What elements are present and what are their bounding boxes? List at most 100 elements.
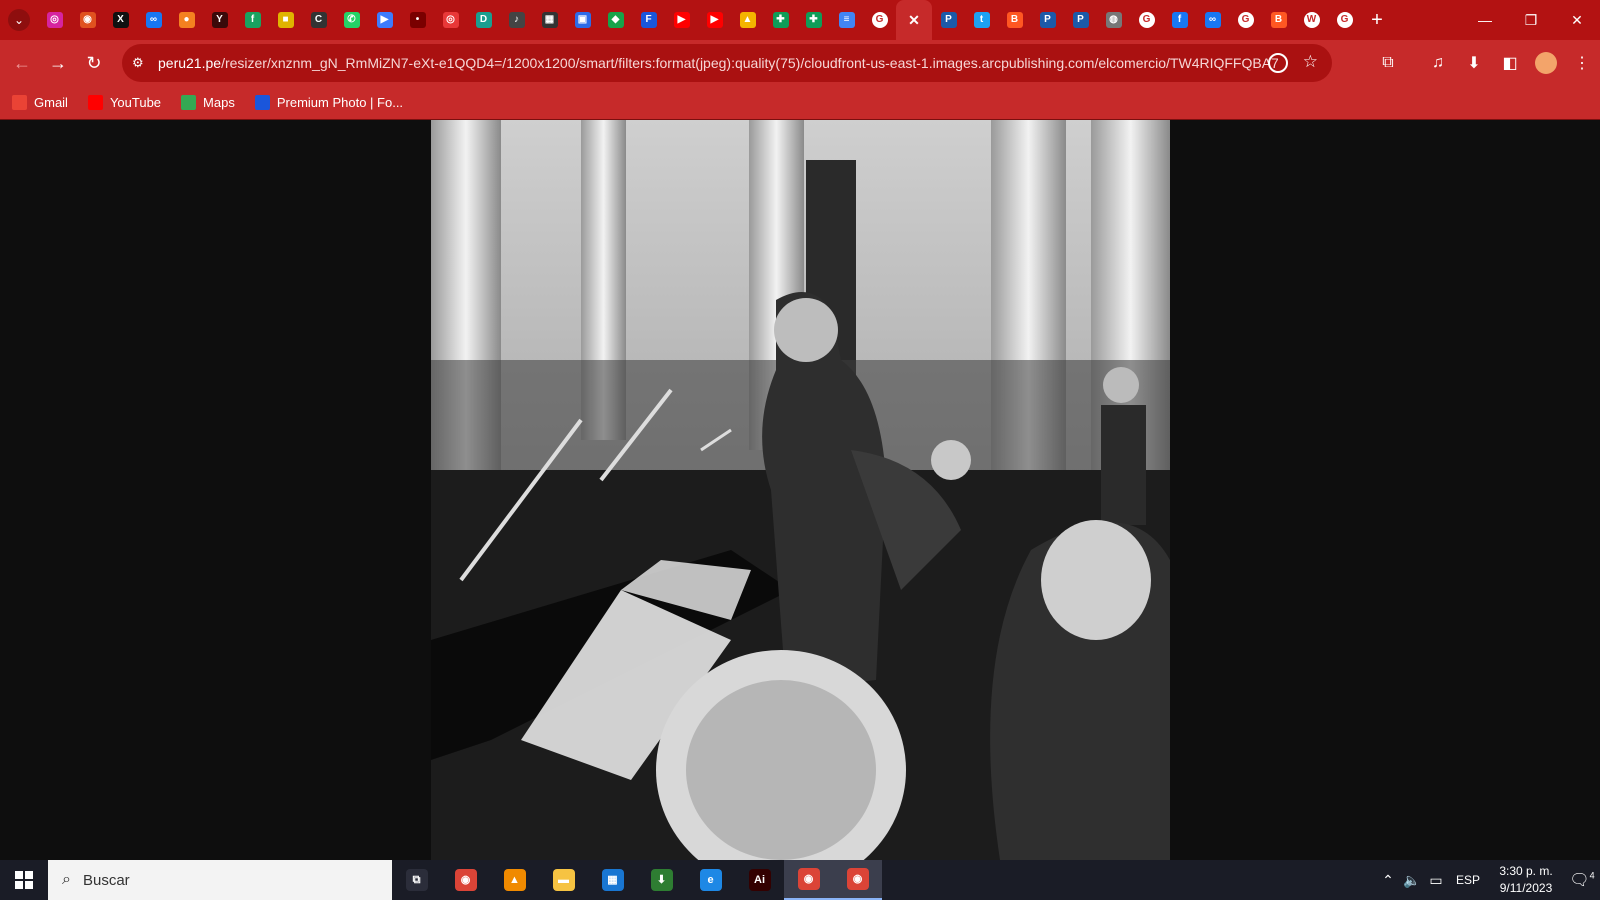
taskbar-illustrator[interactable]: Ai	[735, 860, 784, 900]
tab-blogger[interactable]: B	[998, 0, 1031, 40]
volume-icon[interactable]: 🔈	[1400, 872, 1424, 889]
displayed-photo	[431, 120, 1170, 860]
tab-audio[interactable]: ♪	[500, 0, 533, 40]
p21-2-icon: P	[1039, 12, 1056, 28]
extensions-icon[interactable]: ⧉	[1370, 45, 1406, 81]
clock-time: 3:30 p. m.	[1499, 864, 1553, 878]
restore-button[interactable]: ❐	[1508, 0, 1554, 40]
red-dot-icon: •	[409, 12, 426, 28]
tab-play[interactable]: ▶	[368, 0, 401, 40]
profile-avatar[interactable]	[1535, 52, 1557, 74]
tab-red-dot[interactable]: •	[401, 0, 434, 40]
tab-youtube-2[interactable]: ▶	[698, 0, 731, 40]
taskbar-task-view[interactable]: ⧉	[392, 860, 441, 900]
tab-p21-3[interactable]: P	[1064, 0, 1097, 40]
tab-docs-d[interactable]: D	[467, 0, 500, 40]
tab-twitter[interactable]: t	[965, 0, 998, 40]
taskbar-apps: ⧉ ◉ ▲ ▬ ▦ ⬇ e Ai ◉ ◉	[392, 860, 882, 900]
tab-p21[interactable]: P	[932, 0, 965, 40]
address-bar[interactable]: ⚙ peru21.pe/resizer/xnznm_gN_RmMiZN7-eXt…	[122, 44, 1332, 82]
tab-facebook[interactable]: f	[1163, 0, 1196, 40]
language-indicator[interactable]: ESP	[1448, 873, 1488, 887]
tab-meta-2[interactable]: ∞	[1196, 0, 1229, 40]
url-path: /resizer/xnznm_gN_RmMiZN7-eXt-e1QQD4=/12…	[221, 55, 1278, 71]
reload-button[interactable]: ↻	[76, 45, 112, 81]
tab-f-blue[interactable]: F	[632, 0, 665, 40]
tab-target[interactable]: ◎	[434, 0, 467, 40]
tab-globe[interactable]: ◍	[1097, 0, 1130, 40]
tab-google-4[interactable]: G	[1328, 0, 1361, 40]
premium-icon	[254, 95, 270, 110]
photo-image	[431, 120, 1170, 860]
tab-color-grid[interactable]: ■	[269, 0, 302, 40]
bookmark-maps[interactable]: Maps	[181, 95, 235, 110]
start-button[interactable]	[0, 860, 48, 900]
media-controls-icon[interactable]: ♫	[1420, 45, 1456, 81]
taskbar-edge-legacy[interactable]: e	[686, 860, 735, 900]
forward-button[interactable]: →	[40, 45, 76, 81]
chevron-up-icon[interactable]: ⌃	[1376, 872, 1400, 889]
taskbar-chrome-active[interactable]: ◉	[784, 860, 833, 900]
taskbar-vlc[interactable]: ▲	[490, 860, 539, 900]
site-info-icon[interactable]: ⚙	[132, 55, 158, 71]
url-text[interactable]: peru21.pe/resizer/xnznm_gN_RmMiZN7-eXt-e…	[158, 55, 1278, 71]
tab-film[interactable]: ▦	[533, 0, 566, 40]
new-tab-button[interactable]: +	[1361, 9, 1393, 32]
bookmark-premium[interactable]: Premium Photo | Fo...	[254, 95, 403, 110]
bookmark-gmail[interactable]: Gmail	[12, 95, 68, 110]
bookmarks-bar: Gmail YouTube Maps Premium Photo | Fo...	[0, 86, 1600, 120]
close-window-button[interactable]: ✕	[1554, 0, 1600, 40]
taskbar-chrome[interactable]: ◉	[441, 860, 490, 900]
tab-sheets-f[interactable]: f	[236, 0, 269, 40]
google-3-icon: G	[1237, 12, 1254, 28]
tab-active[interactable]: ✕	[896, 0, 932, 40]
tab-whatsapp[interactable]: ✆	[335, 0, 368, 40]
tab-forms[interactable]: ≡	[830, 0, 863, 40]
tab-crunchyroll[interactable]: ●	[170, 0, 203, 40]
tab-search-button[interactable]: ⌄	[0, 0, 38, 40]
tab-google-3[interactable]: G	[1229, 0, 1262, 40]
tab-x[interactable]: X	[104, 0, 137, 40]
tab-c-letter[interactable]: C	[302, 0, 335, 40]
window-controls: — ❐ ✕	[1462, 0, 1600, 40]
tab-p21-2[interactable]: P	[1031, 0, 1064, 40]
notifications-icon[interactable]: 🗨4	[1564, 870, 1600, 890]
back-button[interactable]: ←	[4, 45, 40, 81]
minimize-button[interactable]: —	[1462, 0, 1508, 40]
tab-blogger-2[interactable]: B	[1262, 0, 1295, 40]
tab-sheets[interactable]: ✚	[764, 0, 797, 40]
download-icon[interactable]: ⬇	[1456, 45, 1492, 81]
clock[interactable]: 3:30 p. m. 9/11/2023	[1488, 863, 1564, 897]
tab-instagram[interactable]: ◎	[38, 0, 71, 40]
tab-map-ph[interactable]: ▣	[566, 0, 599, 40]
google-lens-icon[interactable]	[1268, 53, 1288, 73]
tab-drive[interactable]: ▲	[731, 0, 764, 40]
tab-google-2[interactable]: G	[1130, 0, 1163, 40]
tab-google[interactable]: G	[863, 0, 896, 40]
target-icon: ◎	[442, 12, 459, 28]
taskbar-store[interactable]: ▦	[588, 860, 637, 900]
side-panel-icon[interactable]: ◧	[1492, 45, 1528, 81]
tab-meta[interactable]: ∞	[137, 0, 170, 40]
tab-sheets-2[interactable]: ✚	[797, 0, 830, 40]
meta-2-icon: ∞	[1204, 12, 1221, 28]
close-icon[interactable]: ✕	[906, 12, 922, 28]
twitter-icon: t	[973, 12, 990, 28]
browser-toolbar: ← → ↻ ⚙ peru21.pe/resizer/xnznm_gN_RmMiZ…	[0, 40, 1600, 86]
tab-green-square[interactable]: ◆	[599, 0, 632, 40]
bookmark-star-icon[interactable]: ☆	[1303, 52, 1318, 72]
taskbar-chrome-alt[interactable]: ◉	[833, 860, 882, 900]
bookmark-label: YouTube	[109, 95, 162, 110]
tab-youtube[interactable]: ▶	[665, 0, 698, 40]
taskbar-download-app[interactable]: ⬇	[637, 860, 686, 900]
tab-wikipedia[interactable]: W	[1295, 0, 1328, 40]
tab-yt-dark[interactable]: Y	[203, 0, 236, 40]
bookmark-label: Maps	[203, 95, 235, 110]
network-icon[interactable]: ▭	[1424, 872, 1448, 889]
menu-icon[interactable]: ⋮	[1564, 45, 1600, 81]
tab-reddit[interactable]: ◉	[71, 0, 104, 40]
chevron-down-icon: ⌄	[8, 9, 30, 31]
taskbar-file-explorer[interactable]: ▬	[539, 860, 588, 900]
bookmark-youtube[interactable]: YouTube	[87, 95, 162, 110]
taskbar-search-box[interactable]: ⌕ Buscar	[48, 860, 392, 900]
